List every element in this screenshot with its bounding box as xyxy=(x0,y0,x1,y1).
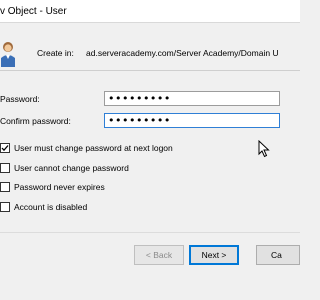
user-icon xyxy=(1,42,15,67)
confirm-password-label: Confirm password: xyxy=(0,116,71,126)
must-change-password-label: User must change password at next logon xyxy=(14,143,173,153)
cannot-change-password-label: User cannot change password xyxy=(14,163,129,173)
title-bar: v Object - User xyxy=(0,0,300,23)
account-disabled-option[interactable]: Account is disabled xyxy=(0,201,87,213)
create-in-path: ad.serveracademy.com/Server Academy/Doma… xyxy=(86,48,279,58)
must-change-password-checkbox[interactable] xyxy=(0,143,10,153)
password-never-expires-label: Password never expires xyxy=(14,182,105,192)
back-button[interactable]: < Back xyxy=(134,245,184,265)
password-field[interactable]: ••••••••• xyxy=(104,91,280,106)
cannot-change-password-checkbox[interactable] xyxy=(0,163,10,173)
account-disabled-label: Account is disabled xyxy=(14,202,88,212)
next-button[interactable]: Next > xyxy=(189,245,239,265)
password-label: Password: xyxy=(0,94,40,104)
footer-divider xyxy=(0,232,300,233)
create-in-label: Create in: xyxy=(37,48,74,58)
confirm-password-field[interactable]: ••••••••• xyxy=(104,113,280,128)
window-title: v Object - User xyxy=(0,6,67,17)
checkmark-icon xyxy=(1,145,9,152)
password-never-expires-option[interactable]: Password never expires xyxy=(0,181,105,193)
cancel-button[interactable]: Ca xyxy=(256,245,300,265)
header-divider xyxy=(0,70,300,71)
mouse-cursor-icon xyxy=(258,140,270,158)
password-never-expires-checkbox[interactable] xyxy=(0,182,10,192)
cannot-change-password-option[interactable]: User cannot change password xyxy=(0,162,129,174)
account-disabled-checkbox[interactable] xyxy=(0,202,10,212)
must-change-password-option[interactable]: User must change password at next logon xyxy=(0,142,173,154)
